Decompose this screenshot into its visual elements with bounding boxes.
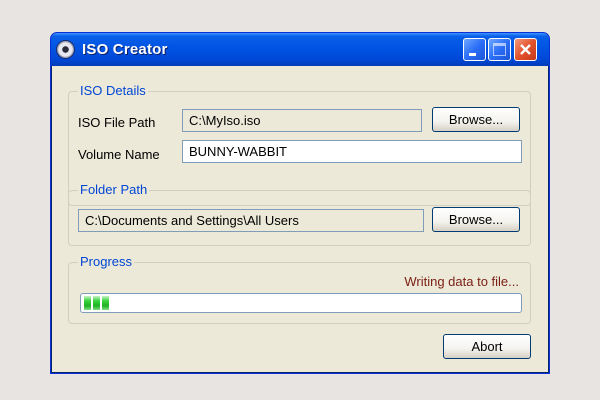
abort-button[interactable]: Abort [443, 334, 531, 359]
folder-path-field[interactable]: C:\Documents and Settings\All Users [78, 209, 424, 232]
iso-creator-window: ISO Creator ISO Details ISO File Path C:… [50, 32, 550, 374]
maximize-icon [493, 43, 506, 56]
progress-group-label: Progress [78, 254, 135, 269]
iso-browse-button[interactable]: Browse... [432, 107, 520, 132]
minimize-button[interactable] [463, 38, 486, 61]
progress-segment [102, 296, 109, 310]
title-bar[interactable]: ISO Creator [51, 33, 549, 66]
disc-icon [57, 41, 74, 58]
window-title: ISO Creator [82, 41, 168, 58]
close-button[interactable] [514, 38, 537, 61]
folder-browse-button[interactable]: Browse... [432, 207, 520, 232]
iso-file-path-field[interactable]: C:\MyIso.iso [182, 109, 422, 132]
volume-name-label: Volume Name [78, 147, 160, 162]
volume-name-input[interactable]: BUNNY-WABBIT [182, 140, 522, 163]
maximize-button[interactable] [488, 38, 511, 61]
iso-file-path-label: ISO File Path [78, 115, 156, 130]
folder-path-group-label: Folder Path [78, 182, 150, 197]
progress-segment [93, 296, 100, 310]
iso-details-group-label: ISO Details [78, 83, 148, 98]
progress-bar [80, 293, 522, 313]
progress-bar-fill [84, 296, 518, 310]
progress-status-text: Writing data to file... [404, 274, 519, 289]
minimize-icon [469, 53, 476, 56]
close-icon [520, 44, 531, 55]
progress-segment [84, 296, 91, 310]
